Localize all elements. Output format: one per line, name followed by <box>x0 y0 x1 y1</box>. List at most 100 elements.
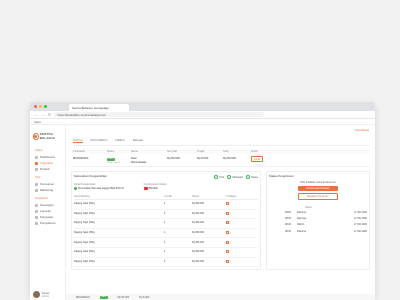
table-row: Daging Sapi 250g 1 Rp.80.000 <box>74 219 258 229</box>
shipping-panel: Kebutuhan Pengambilan Print Whatsapp Hapus… <box>71 171 261 271</box>
next-subtotal: Rp.80.000 <box>117 295 130 299</box>
trash-icon[interactable] <box>226 202 229 206</box>
detail-panels: Kebutuhan Pengambilan Print Whatsapp Hapus… <box>71 171 370 271</box>
item-price: Rp.80.000 <box>192 250 204 254</box>
trash-icon[interactable] <box>226 250 229 254</box>
column-header: Status <box>107 150 115 153</box>
item-actions <box>226 240 258 245</box>
address-bar: ← → ↻ https://backoffice.sentra-belanja.… <box>30 111 375 119</box>
status-panel: Status Pengiriman Pilih tindakan untuk p… <box>266 171 370 271</box>
next-status-badge: Baru <box>99 295 108 299</box>
item-actions <box>226 221 258 225</box>
item-price: Rp.80.000 <box>192 259 204 263</box>
item-name: Daging Sapi 250g <box>74 202 95 206</box>
minimize-window-icon[interactable] <box>39 105 42 108</box>
confirm-order-button[interactable]: Konfirmasi Pesanan <box>298 186 338 192</box>
transaksi-icon <box>35 161 38 165</box>
next-order-row[interactable]: #DK0284AS Baru Rp.80.000 Rp.8.000 <box>66 294 375 300</box>
url-field[interactable]: https://backoffice.sentra-belanja.com <box>54 112 265 117</box>
top-link[interactable]: Data Bidang <box>355 129 369 132</box>
bookmark-apps[interactable]: Apps <box>34 120 41 124</box>
history-date: 17 Okt 2020 <box>353 217 367 221</box>
tab-sampai[interactable]: Sampai <box>133 138 143 143</box>
table-row[interactable]: #DK0284AS Baru 22:45 - Nov 1 Dani Manmit… <box>71 154 370 167</box>
logo-icon <box>33 132 39 140</box>
trash-icon[interactable] <box>226 211 229 215</box>
sidebar-item-label: Pengaturan <box>40 221 56 225</box>
chip-print[interactable]: Print <box>214 175 224 179</box>
item-qty: 1 <box>164 231 166 235</box>
sidebar-item-produk[interactable]: Produk <box>33 166 62 172</box>
order-subtotal: Rp.80.000 <box>167 156 180 160</box>
hapus-icon <box>246 175 251 179</box>
table-row: Daging Sapi 250g 1 Rp.80.000 <box>74 200 258 210</box>
chip-whatsapp[interactable]: Whatsapp <box>227 175 243 179</box>
produk-icon <box>35 167 38 171</box>
item-name: Daging Sapi 250g <box>74 250 95 254</box>
back-icon[interactable]: ← <box>34 112 38 117</box>
sidebar-item-label: Konsumen <box>40 182 55 186</box>
trash-icon[interactable] <box>226 221 229 225</box>
sidebar-item-marketing[interactable]: Marketing <box>33 187 62 193</box>
item-name: Daging Sapi 250g <box>74 231 95 235</box>
order-id: #DK0284AS <box>73 156 89 160</box>
item-name: Daging Sapi 250g <box>74 221 95 225</box>
history-status: Diterima <box>297 210 306 214</box>
history-status: Diterima <box>297 229 306 233</box>
cancel-order-button[interactable]: Batalkan Pesanan <box>298 193 338 201</box>
app-layout: SENTRA BELANJA Utama Dashboard Transaksi Pr… <box>30 125 375 300</box>
trash-icon[interactable] <box>226 231 229 235</box>
order-tabs: Semua Perlu Dikirim Dikirim Sampai <box>73 138 370 146</box>
column-header: Sub total <box>167 150 177 153</box>
table-row: Daging Sapi 250g 1 Rp.80.000 <box>74 238 258 248</box>
browser-window: Sentra Belanja | Homepage ← → ↻ https://… <box>30 102 375 300</box>
history-status-header: Status <box>305 206 312 210</box>
address-value: Perumahan Permata Anggur Blok B No 8 <box>78 187 124 190</box>
sidebar-section-title: Pengaturan <box>35 197 48 200</box>
status-badge: Baru <box>107 157 115 161</box>
keuangan-icon <box>35 203 38 207</box>
brand-logo[interactable]: SENTRA BELANJA <box>33 132 62 140</box>
sidebar-item-label: Laporan <box>40 209 52 213</box>
brand-name: SENTRA BELANJA <box>39 132 56 140</box>
item-qty: 1 <box>164 202 166 206</box>
browser-tab[interactable]: Sentra Belanja | Homepage <box>69 104 129 111</box>
location-pin-icon <box>74 187 77 190</box>
sidebar-item-pengaturan[interactable]: Pengaturan <box>33 220 62 226</box>
item-price: Rp.80.000 <box>192 211 204 215</box>
trash-icon[interactable] <box>226 259 229 263</box>
column-header: Action <box>251 150 258 153</box>
column-header: Nama Barang <box>74 195 90 198</box>
item-actions <box>226 202 258 206</box>
order-ongkir: Rp.8.000 <box>197 156 209 160</box>
column-header: Nama <box>131 150 138 153</box>
forward-icon[interactable]: → <box>41 112 45 117</box>
detail-button[interactable]: Detail <box>251 156 264 162</box>
sidebar-item-label: Transaksi <box>40 161 53 165</box>
tab-semua[interactable]: Semua <box>73 138 83 143</box>
item-actions <box>226 259 258 264</box>
item-name: Daging Sapi 250g <box>74 211 95 215</box>
table-row: Daging Sapi 250g 1 Rp.80.000 <box>74 248 258 258</box>
history-time: 08:00 <box>285 217 291 221</box>
sidebar-nav: Utama Dashboard Transaksi Produk Toko Konsume… <box>33 149 62 226</box>
close-window-icon[interactable] <box>34 105 37 108</box>
reload-icon[interactable]: ↻ <box>48 112 51 117</box>
tab-dikirim[interactable]: Dikirim <box>116 138 125 143</box>
tab-perlu-dikirim[interactable]: Perlu Dikirim <box>91 138 108 143</box>
address-block: Detail Pengambilan Perumahan Permata Ang… <box>74 183 124 190</box>
pengaturan-icon <box>35 221 38 225</box>
sidebar-user[interactable]: Devan Admin <box>33 291 49 298</box>
trash-icon[interactable] <box>226 240 229 244</box>
item-price: Rp.80.000 <box>192 231 204 235</box>
maximize-window-icon[interactable] <box>44 105 47 108</box>
item-name: Daging Sapi 250g <box>74 259 95 263</box>
chip-hapus[interactable]: Hapus <box>246 175 258 179</box>
history-time: 08:00 <box>285 229 291 233</box>
print-icon <box>214 175 219 179</box>
item-price: Rp.80.000 <box>192 221 204 225</box>
sidebar-item-label: Karyawan <box>40 215 54 219</box>
chip-label: Whatsapp <box>232 175 244 179</box>
history-date: 17 Okt 2020 <box>353 210 367 214</box>
next-ongkir: Rp.8.000 <box>139 295 150 299</box>
